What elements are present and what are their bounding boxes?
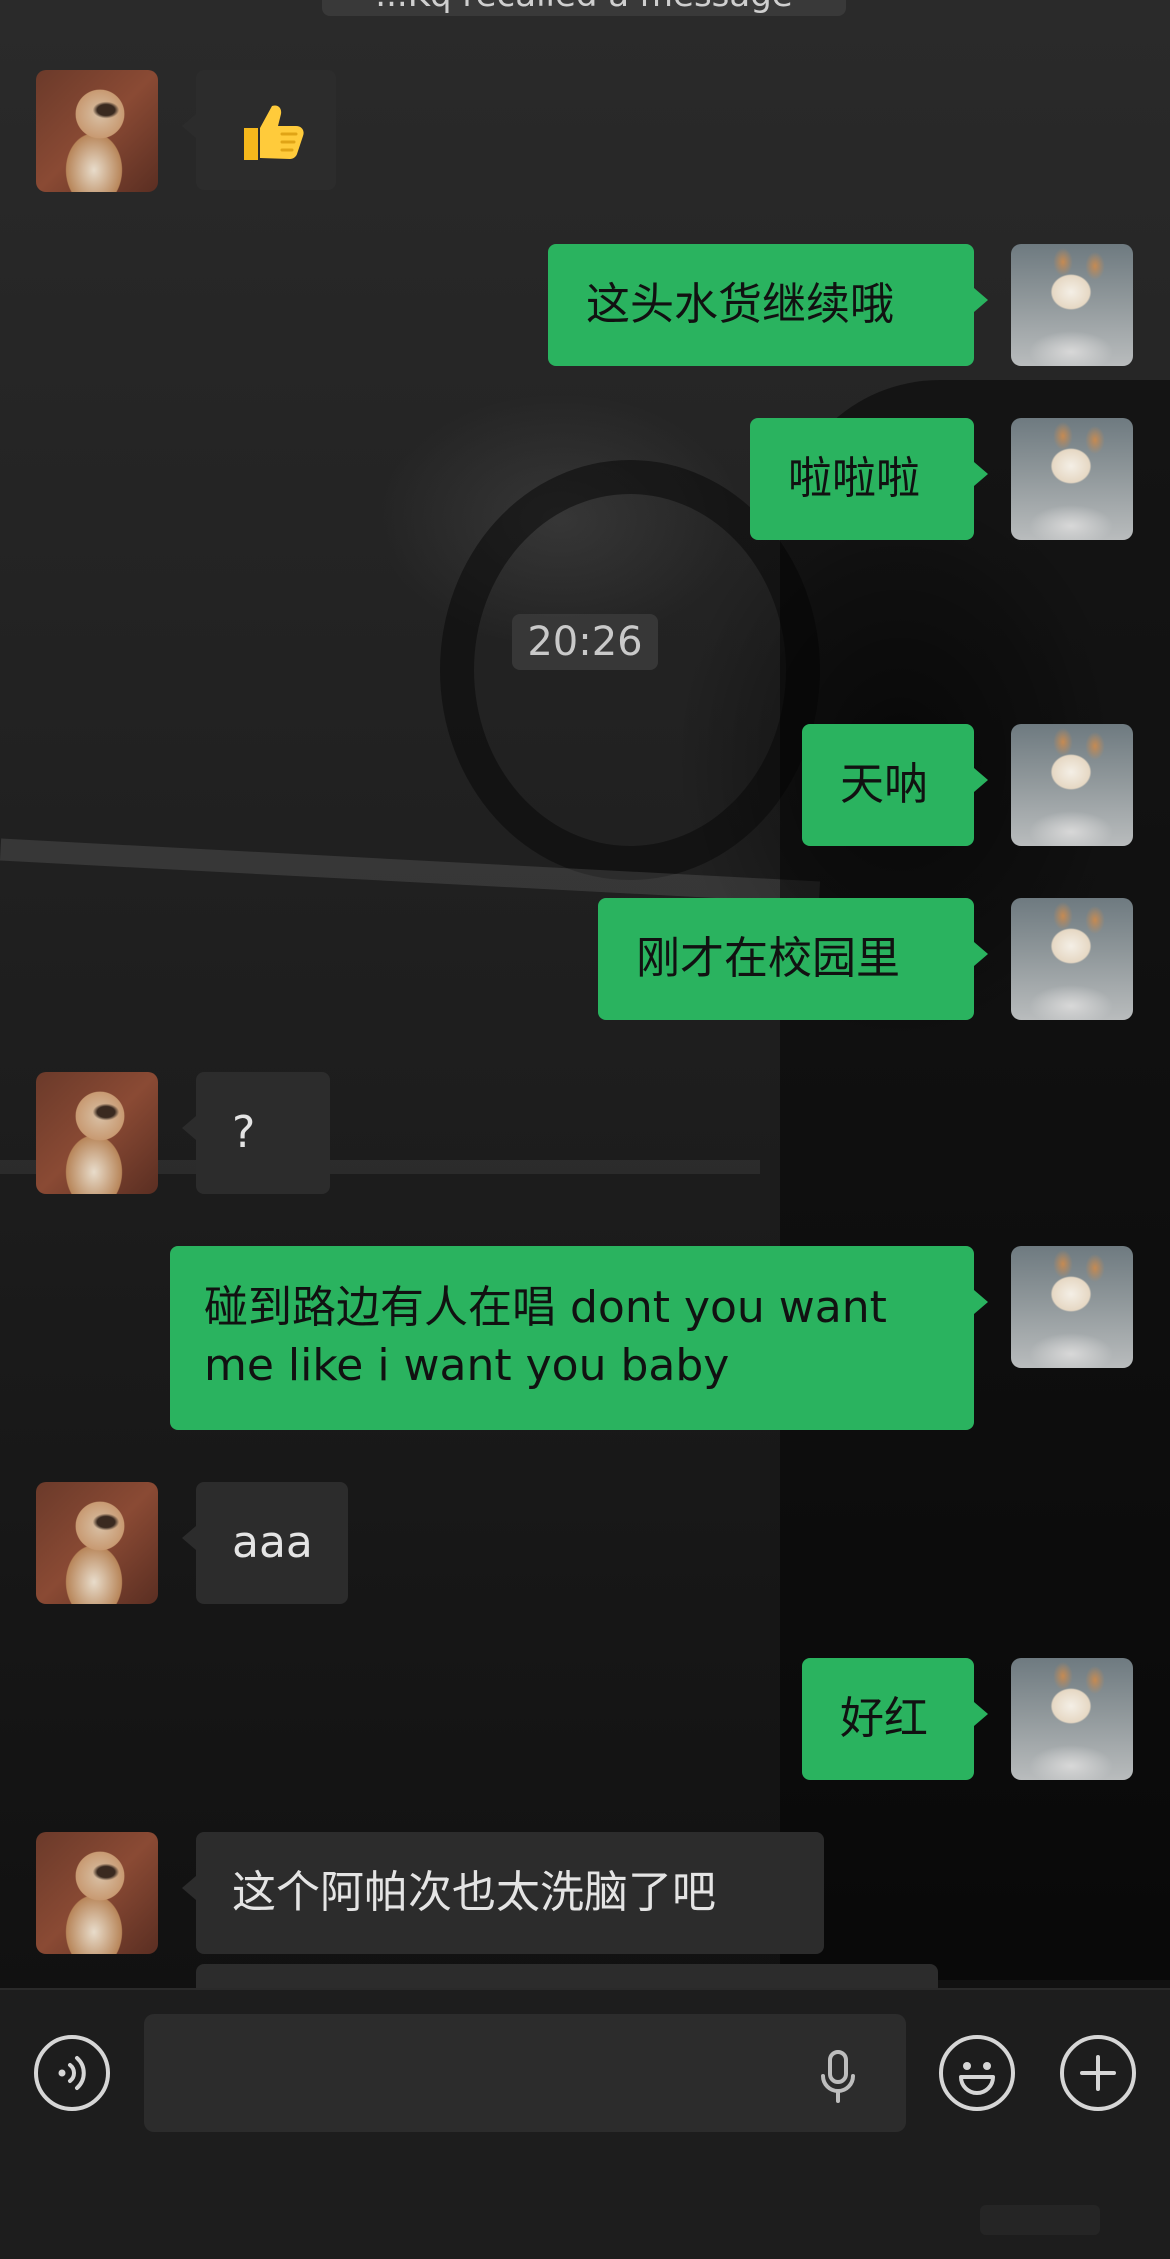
my-avatar[interactable] bbox=[1011, 1658, 1133, 1780]
message-bubble-incoming[interactable]: 这个阿帕次也太洗脑了吧 bbox=[182, 1832, 824, 1954]
my-avatar[interactable] bbox=[1011, 244, 1133, 366]
message-text: 这头水货继续哦 bbox=[586, 279, 894, 330]
message-bubble-incoming[interactable] bbox=[182, 70, 336, 190]
message-bubble-outgoing[interactable]: 天呐 bbox=[802, 724, 988, 846]
contact-avatar[interactable] bbox=[36, 1482, 158, 1604]
message-bubble-incoming[interactable]: aaa bbox=[182, 1482, 348, 1604]
message-bubble-outgoing[interactable]: 刚才在校园里 bbox=[598, 898, 988, 1020]
message-text: 这个阿帕次也太洗脑了吧 bbox=[232, 1867, 716, 1918]
message-bubble-outgoing[interactable]: 碰到路边有人在唱 dont you want me like i want yo… bbox=[170, 1246, 988, 1430]
message-bubble-outgoing[interactable]: 啦啦啦 bbox=[750, 418, 988, 540]
thumbs-up-icon bbox=[236, 100, 306, 164]
watermark bbox=[980, 2205, 1100, 2235]
timestamp-badge: 20:26 bbox=[512, 614, 658, 670]
my-avatar[interactable] bbox=[1011, 1246, 1133, 1368]
microphone-icon[interactable] bbox=[818, 2048, 858, 2108]
message-bubble-outgoing[interactable]: 好红 bbox=[802, 1658, 988, 1780]
message-text: 好红 bbox=[840, 1693, 928, 1744]
message-text: 天呐 bbox=[840, 759, 928, 810]
message-text: aaa bbox=[232, 1517, 313, 1568]
message-bubble-incoming-partial[interactable] bbox=[196, 1964, 938, 1988]
my-avatar[interactable] bbox=[1011, 418, 1133, 540]
message-input[interactable] bbox=[144, 2014, 906, 2132]
recall-notice: ...Kq recalled a message bbox=[322, 0, 846, 16]
message-bubble-incoming[interactable]: ? bbox=[182, 1072, 330, 1194]
message-text: 碰到路边有人在唱 dont you want me like i want yo… bbox=[204, 1282, 887, 1391]
contact-avatar[interactable] bbox=[36, 70, 158, 192]
emoji-icon[interactable] bbox=[939, 2035, 1015, 2111]
message-bubble-outgoing[interactable]: 这头水货继续哦 bbox=[548, 244, 988, 366]
contact-avatar[interactable] bbox=[36, 1072, 158, 1194]
plus-icon[interactable] bbox=[1060, 2035, 1136, 2111]
voice-icon[interactable] bbox=[34, 2035, 110, 2111]
my-avatar[interactable] bbox=[1011, 724, 1133, 846]
contact-avatar[interactable] bbox=[36, 1832, 158, 1954]
message-text: ? bbox=[232, 1107, 256, 1158]
message-text: 啦啦啦 bbox=[788, 453, 920, 504]
my-avatar[interactable] bbox=[1011, 898, 1133, 1020]
message-text: 刚才在校园里 bbox=[636, 933, 900, 984]
